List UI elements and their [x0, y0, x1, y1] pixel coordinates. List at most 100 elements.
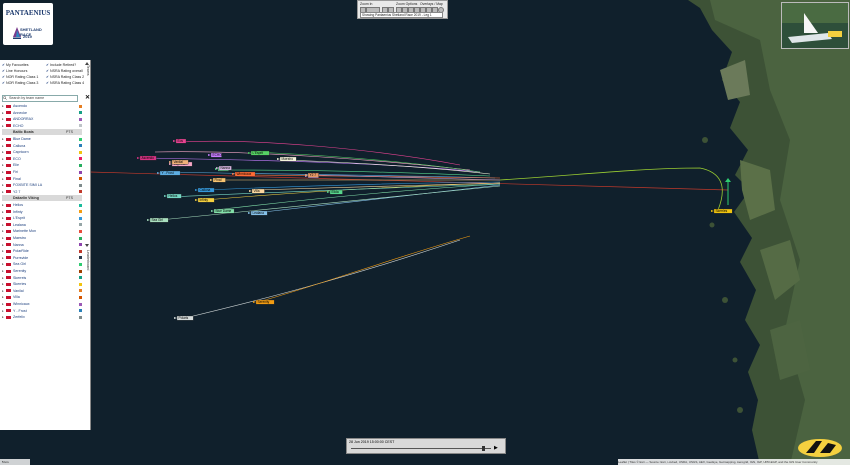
tab-leaderboard[interactable]: Leaderboard — [84, 250, 90, 290]
boat-marker[interactable]: Winnicaux — [232, 171, 256, 177]
expand-icon[interactable]: ▸ — [2, 255, 4, 261]
expand-icon[interactable]: ▸ — [2, 123, 4, 129]
team-row[interactable]: ▸ Marinette Mon — [2, 228, 82, 234]
expand-icon[interactable]: ▸ — [2, 261, 4, 267]
expand-icon[interactable]: ▸ — [2, 169, 4, 175]
expand-icon[interactable]: ▸ — [2, 294, 4, 300]
boat-marker[interactable]: Maestro — [277, 156, 297, 162]
team-row[interactable]: ▸ Infinty — [2, 209, 82, 215]
team-row[interactable]: ▸ Skerreis — [2, 275, 82, 281]
expand-icon[interactable]: ▸ — [2, 308, 4, 314]
collapse-up-icon[interactable] — [85, 62, 89, 65]
team-row[interactable]: ▸ Winnicaux — [2, 301, 82, 307]
expand-icon[interactable]: ▸ — [2, 288, 4, 294]
filter-option[interactable]: ✔ Include Retired? — [46, 63, 76, 68]
boat-marker[interactable]: Blue Dame — [211, 208, 235, 214]
expand-icon[interactable]: ▸ — [2, 143, 4, 149]
boat-marker[interactable]: Y - Frost — [157, 170, 181, 176]
boat-marker[interactable]: Calluna — [195, 187, 215, 193]
boat-marker[interactable]: L'Esprit — [248, 150, 270, 156]
team-row[interactable]: ▸ FOXBITE SIMI LA — [2, 182, 82, 188]
team-row[interactable]: ▸ Ascendo — [2, 103, 82, 109]
expand-icon[interactable]: ▸ — [2, 275, 4, 281]
team-row[interactable]: ▸ Skerries — [2, 281, 82, 287]
team-row[interactable]: ▸ Annecke — [2, 110, 82, 116]
team-row[interactable]: ▸ Nanna — [2, 242, 82, 248]
boat-marker[interactable]: Sea Girl — [147, 217, 169, 223]
play-icon[interactable]: ▶ — [494, 445, 498, 451]
expand-icon[interactable]: ▸ — [2, 176, 4, 182]
expand-icon[interactable]: ▸ — [2, 116, 4, 122]
team-group-row[interactable]: Dakarlin Viking PTS — [2, 195, 82, 202]
expand-icon[interactable]: ▸ — [2, 162, 4, 168]
expand-icon[interactable]: ▸ — [2, 149, 4, 155]
expand-icon[interactable]: ▸ — [2, 110, 4, 116]
team-row[interactable]: ▸ L'Esprit — [2, 215, 82, 221]
team-row[interactable]: ▸ Firi — [2, 169, 82, 175]
boat-marker[interactable]: Lealana — [248, 210, 268, 216]
expand-icon[interactable]: ▸ — [2, 189, 4, 195]
filter-option[interactable]: ✔ NSRA Rating overall — [46, 69, 83, 74]
team-row[interactable]: ▸ Final — [2, 176, 82, 182]
sponsor-preview[interactable] — [781, 2, 849, 49]
team-search-input[interactable]: Search by team name — [2, 95, 78, 102]
race-view-select[interactable]: Showing Pantaenius Shetland Race 2019 - … — [360, 12, 443, 18]
boat-marker[interactable]: Vanilal — [169, 159, 189, 165]
team-row[interactable]: ▸ Elie — [2, 162, 82, 168]
team-row[interactable]: ▸ Maestro — [2, 235, 82, 241]
race-map[interactable]: Eos Ascendo Capricorn ECHO L'Esprit Maestro El… — [0, 0, 850, 465]
team-row[interactable]: ▸ Helios — [2, 202, 82, 208]
expand-icon[interactable]: ▸ — [2, 215, 4, 221]
filter-option[interactable]: ✔ NSRA Rating Class 2 — [46, 75, 84, 80]
team-row[interactable]: ▸ Villa — [2, 294, 82, 300]
expand-icon[interactable]: ▸ — [2, 156, 4, 162]
team-row[interactable]: ▸ ECHO — [2, 123, 82, 129]
expand-icon[interactable]: ▸ — [2, 314, 4, 320]
tab-teams[interactable]: Teams — [84, 65, 90, 95]
team-row[interactable]: ▸ Lealana — [2, 222, 82, 228]
expand-icon[interactable]: ▸ — [2, 235, 4, 241]
team-row[interactable]: ▸ Capricorn — [2, 149, 82, 155]
boat-marker[interactable]: Infinty — [195, 197, 215, 203]
team-row[interactable]: ▸ Purrsvide — [2, 255, 82, 261]
team-row[interactable]: ▸ ECO — [2, 156, 82, 162]
team-row[interactable]: ▸ Calluna — [2, 143, 82, 149]
boat-marker[interactable]: Polaris — [174, 315, 194, 321]
yb-logo-icon[interactable] — [796, 437, 844, 459]
team-row[interactable]: ▸ Serenity — [2, 268, 82, 274]
expand-icon[interactable]: ▸ — [2, 209, 4, 215]
expand-icon[interactable]: ▸ — [2, 222, 4, 228]
team-row[interactable]: ▸ ANDORRAX — [2, 116, 82, 122]
team-row[interactable]: ▸ Zerfelix — [2, 314, 82, 320]
expand-icon[interactable]: ▸ — [2, 248, 4, 254]
expand-icon[interactable]: ▸ — [2, 268, 4, 274]
boat-marker[interactable]: Skerries — [711, 208, 733, 214]
expand-icon[interactable]: ▸ — [2, 301, 4, 307]
team-row[interactable]: ▸ Blue Dame — [2, 136, 82, 142]
team-row[interactable]: ▸ PolarRide — [2, 248, 82, 254]
collapse-down-icon[interactable] — [85, 244, 89, 247]
filter-option[interactable]: ✔ NSRA Rating Class 4 — [46, 81, 84, 86]
expand-icon[interactable]: ▸ — [2, 103, 4, 109]
team-row[interactable]: ▸ Y - Frost — [2, 308, 82, 314]
filter-option[interactable]: ✔ NOR Rating Class 3 — [2, 81, 38, 86]
team-group-row[interactable]: Baltic Boats PTS — [2, 129, 82, 136]
expand-icon[interactable]: ▸ — [2, 202, 4, 208]
expand-icon[interactable]: ▸ — [2, 242, 4, 248]
boat-marker[interactable]: Serenity — [253, 299, 275, 305]
playback-slider-handle[interactable] — [482, 446, 485, 451]
playback-slider[interactable] — [351, 448, 491, 449]
filter-option[interactable]: ✔ My Favourites — [2, 63, 29, 68]
team-row[interactable]: ▸ Y2 7 — [2, 189, 82, 195]
boat-marker[interactable]: Ascendo — [137, 155, 157, 161]
team-row[interactable]: ▸ Sea Girl — [2, 261, 82, 267]
expand-icon[interactable]: ▸ — [2, 281, 4, 287]
team-row[interactable]: ▸ Vanilal — [2, 288, 82, 294]
filter-option[interactable]: ✔ NOR Rating Class 1 — [2, 75, 38, 80]
expand-icon[interactable]: ▸ — [2, 136, 4, 142]
expand-icon[interactable]: ▸ — [2, 228, 4, 234]
race-logo[interactable]: PANTAENIUS SHETLAND RACE 2019 — [3, 3, 53, 45]
expand-icon[interactable]: ▸ — [2, 182, 4, 188]
filter-option[interactable]: ✔ Line Honours — [2, 69, 27, 74]
clear-search-button[interactable]: ✕ — [85, 94, 90, 101]
